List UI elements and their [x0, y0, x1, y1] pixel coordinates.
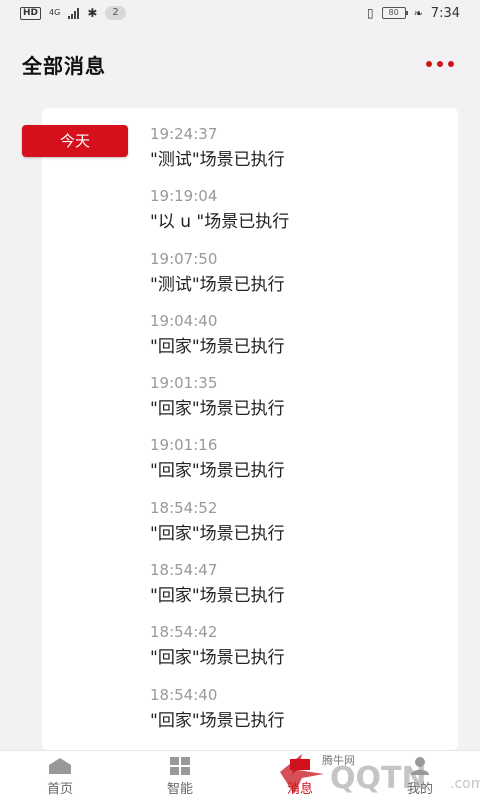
tab-label: 智能	[166, 781, 193, 797]
message-item[interactable]: 19:07:50 "测试"场景已执行	[150, 249, 289, 311]
status-left: HD 4G ✱ 2	[20, 6, 126, 20]
message-time: 19:01:16	[150, 436, 218, 455]
message-time: 19:01:35	[150, 374, 218, 393]
tab-label: 消息	[286, 781, 313, 797]
status-bar: HD 4G ✱ 2 ▯ 80 ❧ 7:34	[0, 0, 480, 26]
message-text: "回家"场景已执行	[150, 523, 285, 544]
message-text: "回家"场景已执行	[150, 586, 285, 607]
hd-badge: HD	[20, 6, 42, 20]
network-type: 4G	[49, 8, 61, 17]
message-time: 18:54:42	[150, 623, 218, 642]
tab-profile[interactable]: 我的	[360, 751, 480, 801]
message-text: "测试"场景已执行	[150, 274, 285, 295]
date-tag-today: 今天	[22, 125, 128, 157]
page-header: 全部消息	[0, 26, 480, 102]
message-text: "回家"场景已执行	[150, 399, 285, 420]
message-list: 19:24:37 "测试"场景已执行 19:19:04 "以 u "场景已执行 19:0…	[150, 124, 289, 747]
tab-home[interactable]: 首页	[0, 751, 120, 801]
vibrate-icon: ▯	[366, 6, 374, 20]
message-card: 19:24:37 "测试"场景已执行 19:19:04 "以 u "场景已执行 19:0…	[42, 108, 458, 750]
home-icon	[49, 757, 71, 774]
more-dot-icon	[448, 61, 454, 67]
message-item[interactable]: 18:54:52 "回家"场景已执行	[150, 498, 289, 560]
user-icon	[411, 756, 429, 775]
message-text: "以 u "场景已执行	[150, 212, 290, 233]
message-text: "回家"场景已执行	[150, 710, 285, 731]
tab-smart[interactable]: 智能	[120, 751, 240, 801]
message-item[interactable]: 18:54:42 "回家"场景已执行	[150, 622, 289, 684]
message-text: "回家"场景已执行	[150, 336, 285, 357]
page-title: 全部消息	[22, 53, 106, 78]
signal-icon	[68, 7, 80, 19]
message-text: "回家"场景已执行	[150, 648, 285, 669]
message-time: 18:54:52	[150, 498, 218, 517]
message-time: 19:04:40	[150, 311, 218, 330]
message-icon	[290, 758, 310, 774]
message-item[interactable]: 19:19:04 "以 u "场景已执行	[150, 186, 289, 248]
message-item[interactable]: 19:24:37 "测试"场景已执行	[150, 124, 289, 186]
tab-label: 我的	[406, 781, 433, 797]
message-time: 18:54:47	[150, 561, 218, 580]
message-item[interactable]: 19:04:40 "回家"场景已执行	[150, 311, 289, 373]
battery-icon: 80	[381, 7, 408, 19]
message-time: 19:07:50	[150, 249, 218, 268]
message-item[interactable]: 18:54:40 "回家"场景已执行	[150, 685, 289, 747]
message-item[interactable]: 19:01:16 "回家"场景已执行	[150, 435, 289, 497]
status-time: 7:34	[430, 5, 460, 21]
more-dot-icon	[426, 61, 432, 67]
notification-count: 2	[105, 6, 126, 20]
more-dot-icon	[437, 61, 443, 67]
tab-label: 首页	[46, 781, 73, 797]
grid-icon	[170, 756, 190, 775]
status-right: ▯ 80 ❧ 7:34	[367, 6, 460, 21]
message-item[interactable]: 18:54:47 "回家"场景已执行	[150, 560, 289, 622]
message-text: "回家"场景已执行	[150, 461, 285, 482]
tab-messages[interactable]: 消息	[240, 751, 360, 801]
message-time: 19:19:04	[150, 187, 218, 206]
more-options-button[interactable]	[422, 55, 458, 73]
bluetooth-icon: ✱	[87, 6, 98, 20]
leaf-icon: ❧	[413, 6, 423, 20]
message-text: "测试"场景已执行	[150, 150, 285, 170]
bottom-tab-bar: 首页 智能 消息 我的	[0, 750, 480, 801]
message-time: 18:54:40	[150, 685, 218, 704]
message-item[interactable]: 19:01:35 "回家"场景已执行	[150, 373, 289, 435]
message-time: 19:24:37	[150, 125, 218, 143]
